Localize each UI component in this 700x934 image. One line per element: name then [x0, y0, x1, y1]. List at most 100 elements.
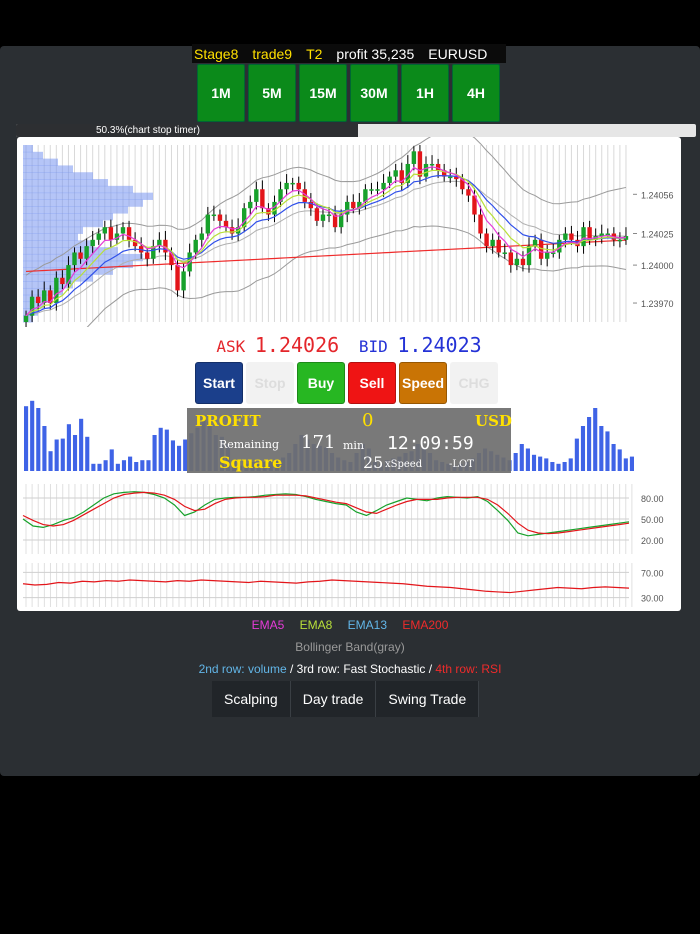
speed-value: 25 — [363, 453, 384, 472]
timeframe-1m-button[interactable]: 1M — [197, 64, 245, 122]
rsi-tick-label: 30.00 — [641, 594, 664, 604]
stage-label: Stage8 — [194, 45, 239, 62]
rows-separator: / — [286, 662, 297, 676]
timeframe-15m-button[interactable]: 15M — [299, 64, 347, 122]
candle-body — [478, 214, 483, 234]
candle-body — [544, 252, 550, 259]
candle-body — [145, 252, 150, 259]
volume-bar — [121, 460, 127, 471]
timer-label: 50.3%(chart stop timer) — [96, 125, 200, 136]
candle-body — [351, 201, 356, 209]
volume-bar — [103, 460, 108, 471]
candle-body — [199, 233, 204, 240]
bollinger-label: Bollinger Band(gray) — [295, 640, 405, 654]
volume-bar — [146, 460, 151, 471]
rows-description: 2nd row: volume / 3rd row: Fast Stochast… — [0, 662, 700, 676]
candle-body — [320, 214, 326, 221]
volume-bar — [611, 444, 616, 471]
volume-bar — [513, 453, 518, 471]
timeframe-30m-button[interactable]: 30M — [350, 64, 398, 122]
volume-profile-bar — [23, 219, 103, 228]
volume-profile-bar — [23, 165, 73, 173]
volume-bar — [556, 463, 561, 471]
volume-bar — [605, 431, 610, 471]
quote-line: ASK 1.24026 BID 1.24023 — [17, 333, 681, 357]
rows-separator: / — [425, 662, 436, 676]
candle-body — [211, 214, 217, 217]
candle-body — [569, 233, 574, 240]
volume-profile-bar — [23, 192, 153, 200]
volume-bar — [170, 440, 175, 471]
lot-label: -LOT — [449, 459, 474, 470]
volume-bar — [538, 456, 543, 471]
candle-body — [181, 271, 186, 291]
volume-profile-bar — [23, 206, 128, 214]
timeframe-5m-button[interactable]: 5M — [248, 64, 296, 122]
tier-label: T2 — [306, 45, 323, 62]
price-tick-label: 1.23970 — [641, 299, 674, 309]
speed-label: xSpeed — [385, 459, 423, 470]
candle-body — [108, 227, 114, 240]
candle-body — [387, 176, 392, 183]
candle-body — [326, 214, 332, 217]
bid-label: BID — [358, 337, 388, 356]
volume-bar — [623, 458, 628, 471]
volume-profile-bar — [23, 185, 133, 194]
swing-trade-button[interactable]: Swing Trade — [376, 681, 480, 717]
day-trade-button[interactable]: Day trade — [290, 681, 377, 717]
timeframe-4h-button[interactable]: 4H — [452, 64, 500, 122]
stoch-tick-label: 20.00 — [641, 536, 664, 546]
volume-profile-bar — [23, 145, 33, 153]
rows-rsi-label: 4th row: RSI — [435, 662, 502, 676]
rows-stochastic-label: 3rd row: Fast Stochastic — [296, 662, 426, 676]
volume-bar — [562, 462, 567, 471]
price-chart: 1.24056 1.24025 1.24000 1.23970 — [23, 137, 674, 327]
profit-value: 0 — [362, 410, 374, 431]
volume-bar — [550, 462, 555, 471]
status-bar: Stage8 trade9 T2 profit 35,235 EURUSD — [192, 44, 506, 63]
volume-bar — [519, 444, 524, 471]
remaining-label: Remaining — [219, 438, 280, 451]
volume-bar — [36, 408, 41, 471]
indicator-legend: EMA5 EMA8 EMA13 EMA200 — [0, 618, 700, 632]
stoch-tick-label: 80.00 — [641, 494, 664, 504]
rsi-chart: 70.00 30.00 — [22, 563, 664, 607]
candle-body — [254, 189, 259, 202]
price-tick-label: 1.24025 — [641, 230, 674, 240]
volume-profile-bar — [23, 179, 108, 187]
volume-profile-bar — [23, 151, 43, 160]
volume-bar — [48, 451, 53, 471]
candle-body — [605, 233, 610, 235]
timeframe-1h-button[interactable]: 1H — [401, 64, 449, 122]
candle-body — [314, 208, 320, 221]
remaining-minutes: 171 — [301, 432, 336, 453]
candle-body — [375, 189, 380, 191]
mode-label: Square — [219, 453, 283, 472]
volume-bar — [140, 460, 145, 471]
symbol-label: EURUSD — [428, 45, 488, 62]
volume-bar — [128, 456, 133, 471]
chart-stop-timer: 50.3%(chart stop timer) — [16, 124, 696, 137]
candle-body — [490, 239, 495, 247]
currency-label: USD — [475, 412, 512, 430]
volume-profile-bar — [23, 158, 58, 166]
legend-ema5: EMA5 — [251, 618, 285, 632]
volume-bar — [574, 438, 579, 471]
candle-body — [502, 252, 507, 254]
candle-body — [508, 252, 514, 266]
ask-price: 1.24026 — [254, 333, 340, 357]
scalping-button[interactable]: Scalping — [212, 681, 291, 717]
legend-ema13: EMA13 — [347, 618, 388, 632]
volume-bar — [164, 429, 169, 471]
volume-bar — [617, 449, 622, 471]
volume-bar — [66, 424, 71, 471]
candle-body — [248, 201, 253, 209]
volume-profile-bar — [23, 213, 113, 221]
volume-bar — [109, 449, 114, 471]
stochastic-chart: 80.00 50.00 20.00 — [22, 484, 664, 554]
candle-body — [96, 233, 101, 240]
candle-body — [217, 214, 223, 221]
candle-body — [284, 182, 289, 190]
volume-bar — [525, 448, 530, 471]
candle-body — [514, 258, 520, 266]
